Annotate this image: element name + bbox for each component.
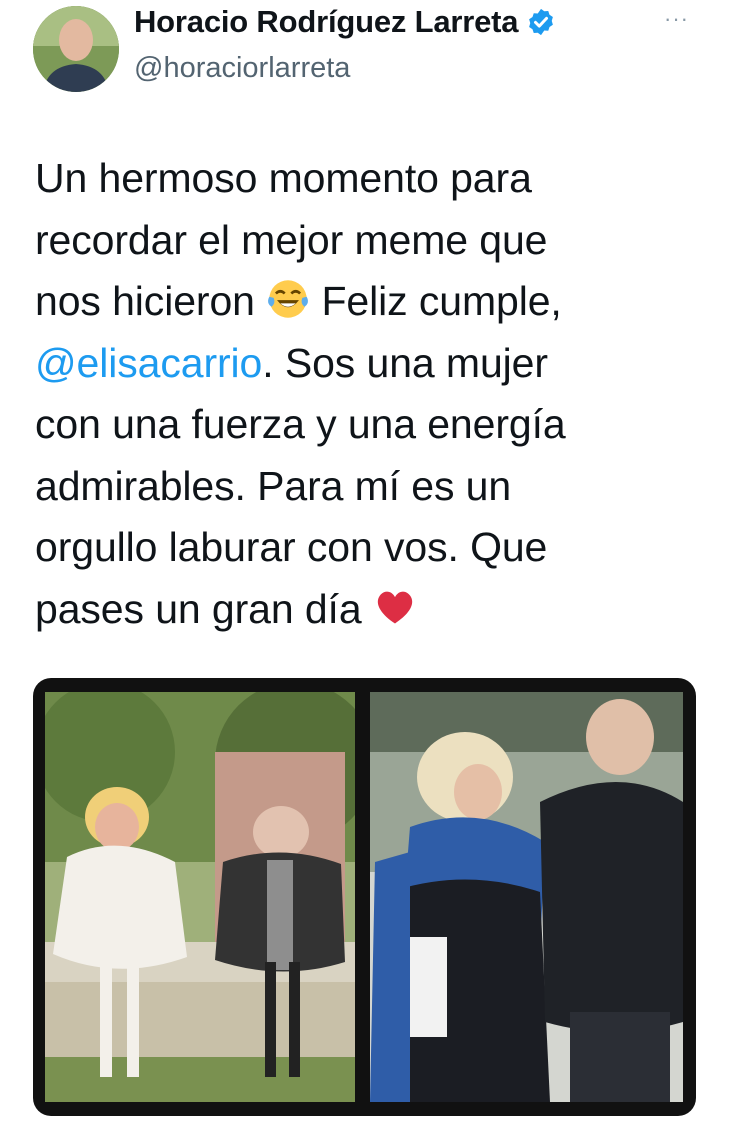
tweet-media[interactable] bbox=[33, 678, 696, 1116]
tweet-line: @elisacarrio. Sos una mujer bbox=[35, 339, 548, 386]
tweet-line: con una fuerza y una energía bbox=[35, 401, 566, 447]
author-name[interactable]: Horacio Rodríguez Larreta bbox=[134, 4, 519, 40]
author-avatar[interactable] bbox=[33, 6, 119, 92]
mention-link[interactable]: @elisacarrio bbox=[35, 340, 262, 386]
tweet-line: pases un gran día bbox=[35, 579, 695, 641]
tweet-text: Un hermoso momento para recordar el mejo… bbox=[35, 148, 695, 640]
tweet-line: recordar el mejor meme que bbox=[35, 216, 548, 263]
face-with-tears-of-joy-icon bbox=[268, 280, 309, 318]
tweet-line: orgullo laburar con vos. Que bbox=[35, 524, 548, 570]
author-handle[interactable]: @horaciorlarreta bbox=[134, 52, 350, 85]
media-image-right[interactable] bbox=[370, 692, 683, 1102]
photo-two-people-image bbox=[370, 692, 683, 1102]
tweet-line: Un hermoso momento para bbox=[35, 155, 532, 201]
media-image-left[interactable] bbox=[45, 692, 355, 1102]
more-options-icon[interactable]: ··· bbox=[664, 6, 689, 32]
animated-characters-image bbox=[45, 692, 355, 1102]
tweet-line: nos hicieron Feliz cumple, bbox=[35, 278, 562, 324]
tweet-line: admirables. Para mí es un bbox=[35, 462, 512, 509]
avatar-image bbox=[33, 6, 119, 92]
tweet-header: Horacio Rodríguez Larreta @horaciorlarre… bbox=[0, 0, 730, 110]
verified-badge-icon bbox=[529, 8, 554, 36]
red-heart-icon bbox=[377, 591, 413, 623]
